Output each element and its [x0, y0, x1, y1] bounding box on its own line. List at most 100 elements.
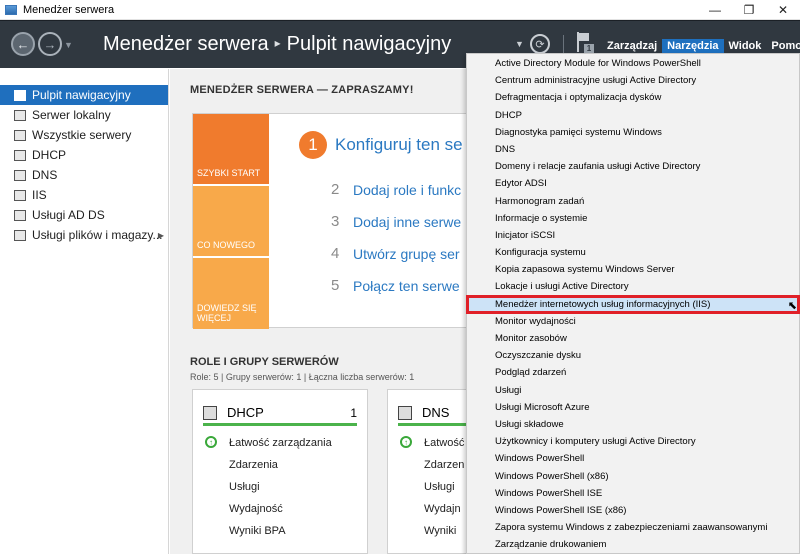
window-title: Menedżer serwera [23, 3, 115, 16]
tools-menu-item[interactable]: DHCP [467, 107, 799, 124]
step-add-servers[interactable]: 3 Dodaj inne serwe [331, 213, 461, 230]
tools-menu-item[interactable]: Edytor ADSI [467, 175, 799, 192]
dns-icon [398, 405, 412, 420]
tools-menu-item[interactable]: Defragmentacja i optymalizacja dysków [467, 89, 799, 106]
menu-view[interactable]: Widok [724, 39, 767, 53]
minimize-button[interactable]: — [698, 0, 732, 20]
tools-menu-item[interactable]: Podgląd zdarzeń [467, 364, 799, 381]
card-row-services[interactable]: Usługi [424, 481, 455, 493]
tools-menu-item[interactable]: Oczyszczanie dysku [467, 347, 799, 364]
tools-menu-item[interactable]: Centrum administracyjne usługi Active Di… [467, 72, 799, 89]
tools-menu-item[interactable]: Monitor zasobów [467, 330, 799, 347]
step-number-badge: 1 [299, 131, 327, 159]
tools-menu-item-iis-manager[interactable]: Menedżer internetowych usług informacyjn… [466, 294, 800, 314]
sidebar-item-all-servers[interactable]: Wszystkie serwery [0, 125, 168, 145]
tools-menu-item[interactable]: Active Directory Module for Windows Powe… [467, 55, 799, 72]
breadcrumb-separator-icon: ▸ [274, 36, 281, 50]
tools-menu-item[interactable]: Harmonogram zadań [467, 193, 799, 210]
step-link[interactable]: Dodaj inne serwe [353, 214, 461, 230]
close-button[interactable]: ✕ [766, 0, 800, 20]
card-row-services[interactable]: Usługi [229, 481, 260, 493]
servers-icon [14, 129, 26, 141]
breadcrumb-dropdown-icon[interactable]: ▼ [515, 39, 524, 49]
step-create-group[interactable]: 4 Utwórz grupę ser [331, 245, 460, 262]
menu-bar: Zarządzaj Narzędzia Widok Pomoc [602, 39, 800, 53]
dhcp-icon [203, 405, 217, 420]
card-row-events[interactable]: Zdarzen [424, 459, 464, 471]
forward-button[interactable]: → [38, 32, 62, 56]
sidebar-item-iis[interactable]: IIS [0, 185, 168, 205]
tools-menu-item[interactable]: Monitor wydajności [467, 313, 799, 330]
tools-menu-item[interactable]: Windows PowerShell [467, 450, 799, 467]
sidebar-item-file-storage[interactable]: Usługi plików i magazy... ▶ [0, 225, 168, 245]
arrow-right-icon: → [43, 36, 57, 52]
role-card-dhcp[interactable]: DHCP 1 ↑ Łatwość zarządzania Zdarzenia U… [192, 389, 368, 554]
tools-menu-item[interactable]: Diagnostyka pamięci systemu Windows [467, 124, 799, 141]
status-ok-icon: ↑ [205, 436, 217, 448]
sidebar-item-dhcp[interactable]: DHCP [0, 145, 168, 165]
sidebar-item-dashboard[interactable]: Pulpit nawigacyjny [0, 85, 168, 105]
server-icon [14, 109, 26, 121]
menu-help[interactable]: Pomoc [766, 39, 800, 53]
sidebar-item-adds[interactable]: Usługi AD DS [0, 205, 168, 225]
card-row-manageability[interactable]: Łatwość [424, 437, 464, 449]
sidebar-item-label: DHCP [32, 148, 67, 162]
step-number: 5 [331, 277, 340, 294]
step-number: 4 [331, 245, 340, 262]
card-row-events[interactable]: Zdarzenia [229, 459, 278, 471]
menu-tools[interactable]: Narzędzia [662, 39, 724, 53]
step-connect-cloud[interactable]: 5 Połącz ten serwe [331, 277, 460, 294]
step-number: 2 [331, 181, 340, 198]
back-button[interactable]: ← [11, 32, 35, 56]
tile-learn-more[interactable]: DOWIEDZ SIĘ WIĘCEJ [193, 258, 269, 329]
tools-menu-item[interactable]: Windows PowerShell (x86) [467, 468, 799, 485]
refresh-button[interactable]: ⟳ [530, 34, 550, 54]
tile-quick-start[interactable]: SZYBKI START [193, 114, 269, 184]
card-row-bpa[interactable]: Wyniki BPA [229, 525, 286, 537]
maximize-button[interactable]: ❐ [732, 0, 766, 20]
tools-menu-item[interactable]: Usługi składowe [467, 416, 799, 433]
dns-icon [14, 169, 26, 181]
tools-menu-item[interactable]: Zapora systemu Windows z zabezpieczeniam… [467, 519, 799, 536]
tools-menu-item[interactable]: Windows PowerShell ISE (x86) [467, 502, 799, 519]
tools-menu-item[interactable]: Domeny i relacje zaufania usługi Active … [467, 158, 799, 175]
step-link[interactable]: Dodaj role i funkc [353, 182, 461, 198]
tools-menu-item[interactable]: Windows PowerShell ISE [467, 485, 799, 502]
card-count: 1 [350, 405, 357, 420]
card-row-performance[interactable]: Wydajn [424, 503, 461, 515]
tools-menu-item[interactable]: Inicjator iSCSI [467, 227, 799, 244]
expand-arrow-icon[interactable]: ▶ [158, 231, 164, 240]
dashboard-icon [14, 89, 26, 101]
notifications-flag[interactable]: 1 [576, 32, 594, 54]
tools-menu-item[interactable]: Konfiguracja systemu [467, 244, 799, 261]
card-row-performance[interactable]: Wydajność [229, 503, 283, 515]
adds-icon [14, 209, 26, 221]
tools-menu-item[interactable]: DNS [467, 141, 799, 158]
sidebar-item-label: DNS [32, 168, 58, 182]
menu-manage[interactable]: Zarządzaj [602, 39, 662, 53]
roles-heading: ROLE I GRUPY SERWERÓW [190, 356, 339, 368]
breadcrumb-root[interactable]: Menedżer serwera [103, 33, 269, 55]
sidebar-item-local-server[interactable]: Serwer lokalny [0, 105, 168, 125]
step-add-roles[interactable]: 2 Dodaj role i funkc [331, 181, 461, 198]
card-row-bpa[interactable]: Wyniki [424, 525, 456, 537]
tools-menu-item[interactable]: Użytkownicy i komputery usługi Active Di… [467, 433, 799, 450]
card-row-manageability[interactable]: Łatwość zarządzania [229, 437, 332, 449]
sidebar-item-dns[interactable]: DNS [0, 165, 168, 185]
tools-menu-item[interactable]: Zarządzanie drukowaniem [467, 536, 799, 553]
status-ok-icon: ↑ [400, 436, 412, 448]
tools-menu-item[interactable]: Usługi [467, 382, 799, 399]
refresh-icon: ⟳ [535, 38, 545, 51]
step-link[interactable]: Połącz ten serwe [353, 278, 460, 294]
card-header[interactable]: DHCP 1 [203, 402, 357, 426]
step-configure-server[interactable]: 1 Konfiguruj ten se [299, 131, 463, 159]
tools-menu-item[interactable]: Kopia zapasowa systemu Windows Server [467, 261, 799, 278]
tools-menu-item[interactable]: Usługi Microsoft Azure [467, 399, 799, 416]
tools-menu-item[interactable]: Informacje o systemie [467, 210, 799, 227]
window-controls: — ❐ ✕ [698, 0, 800, 20]
step-link[interactable]: Utwórz grupę ser [353, 246, 460, 262]
tile-whats-new[interactable]: CO NOWEGO [193, 186, 269, 256]
tools-menu-item[interactable]: Lokacje i usługi Active Directory [467, 278, 799, 295]
history-dropdown-icon[interactable]: ▼ [64, 40, 73, 50]
breadcrumb: Menedżer serwera ▸ Pulpit nawigacyjny [103, 33, 451, 56]
